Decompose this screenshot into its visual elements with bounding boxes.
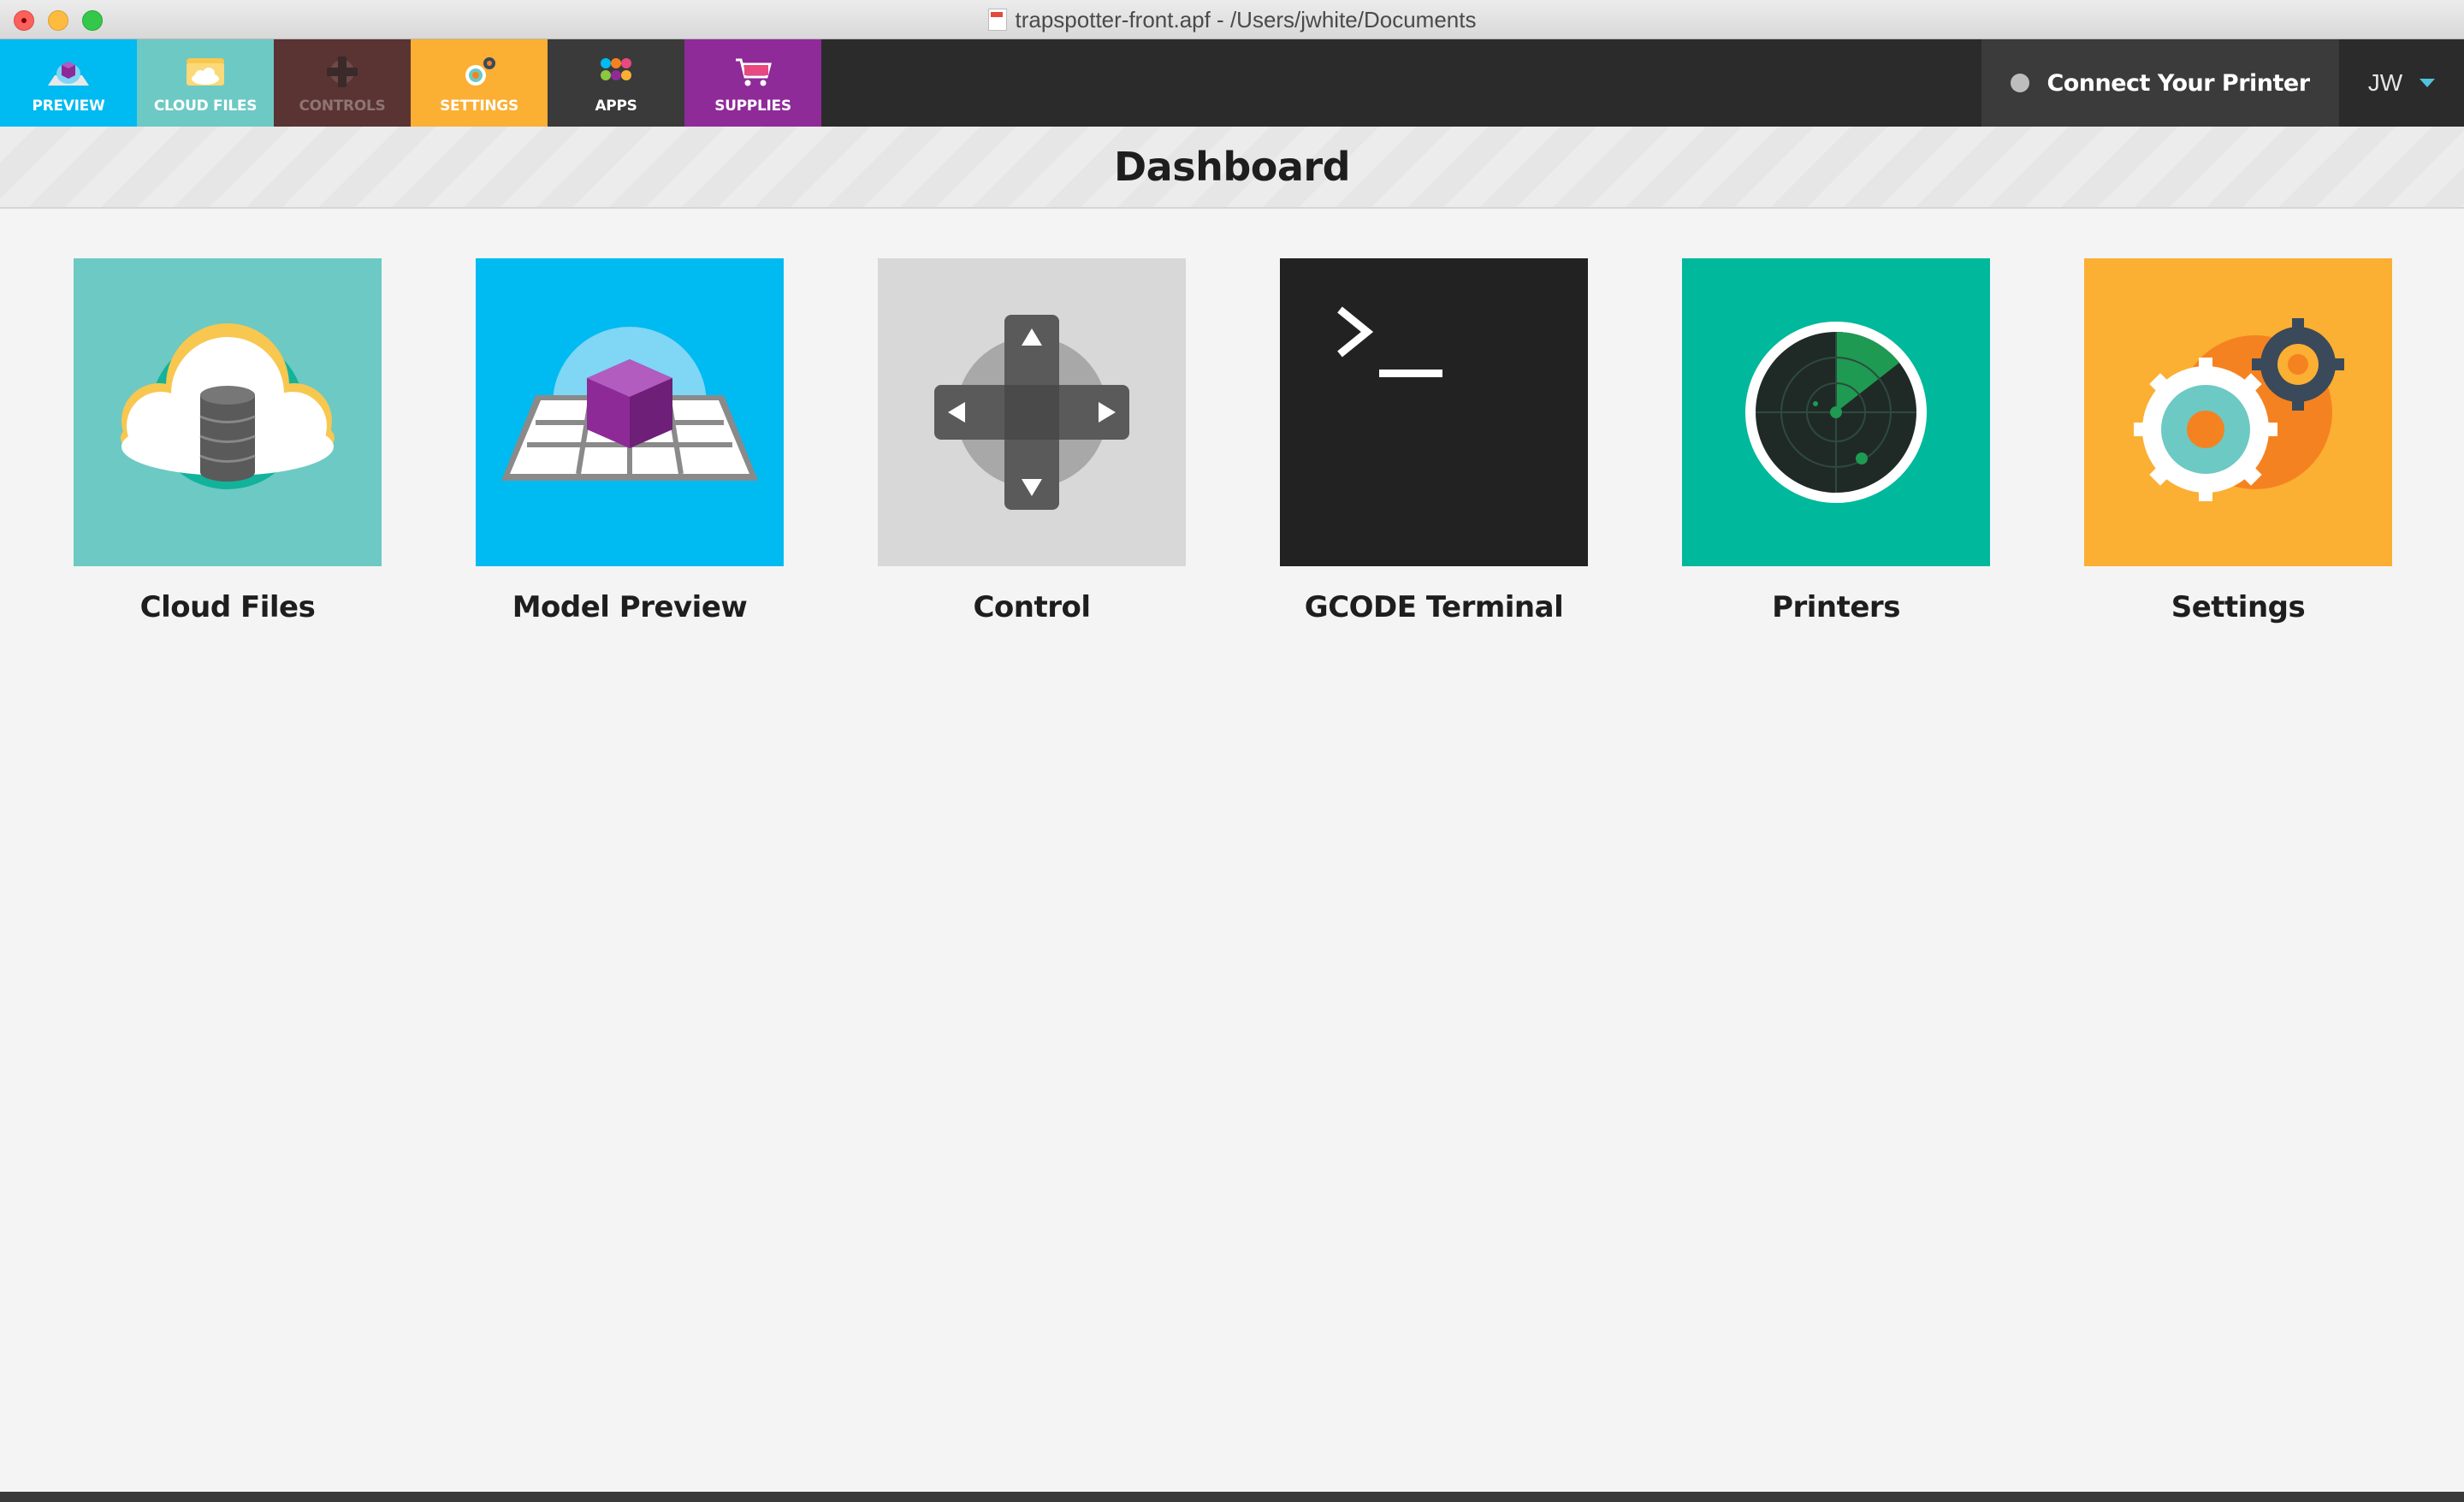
tile-model-preview-image[interactable] <box>476 258 784 566</box>
user-menu[interactable]: JW <box>2339 39 2464 127</box>
tile-cloud-files[interactable]: Cloud Files <box>74 258 382 633</box>
tab-controls-label: CONTROLS <box>299 98 386 115</box>
top-nav: PREVIEW CLOUD FILES CONTROLS SETTINGS AP… <box>0 39 2464 127</box>
window-bottom-edge <box>0 1492 2464 1502</box>
page-title: Dashboard <box>1113 144 1351 190</box>
tile-model-preview-label: Model Preview <box>512 590 748 624</box>
dpad-icon <box>934 315 1129 510</box>
controls-icon <box>327 56 358 87</box>
tile-gcode-terminal-image[interactable] <box>1280 258 1588 566</box>
document-icon <box>987 9 1007 31</box>
apps-icon <box>601 58 631 80</box>
tile-printers-image[interactable] <box>1682 258 1990 566</box>
tile-gcode-terminal[interactable]: GCODE Terminal <box>1280 258 1588 633</box>
tab-controls[interactable]: CONTROLS <box>274 39 411 127</box>
connect-printer-button[interactable]: Connect Your Printer <box>1981 39 2339 127</box>
window-titlebar: trapspotter-front.apf - /Users/jwhite/Do… <box>0 0 2464 39</box>
tile-printers-label: Printers <box>1772 590 1900 624</box>
tile-model-preview[interactable]: Model Preview <box>476 258 784 633</box>
tile-control-image[interactable] <box>878 258 1186 566</box>
terminal-icon <box>1337 306 1442 377</box>
tile-settings-image[interactable] <box>2084 258 2392 566</box>
tab-settings-label: SETTINGS <box>440 98 518 115</box>
tab-settings[interactable]: SETTINGS <box>411 39 548 127</box>
supplies-icon <box>736 58 772 86</box>
tab-preview[interactable]: PREVIEW <box>0 39 137 127</box>
cloud-database-icon <box>121 323 335 489</box>
tile-cloud-files-label: Cloud Files <box>139 590 316 624</box>
tile-cloud-files-image[interactable] <box>74 258 382 566</box>
tile-printers[interactable]: Printers <box>1682 258 1990 633</box>
gears-icon <box>2134 318 2344 501</box>
window-title: trapspotter-front.apf - /Users/jwhite/Do… <box>1015 6 1477 33</box>
tab-cloud-files[interactable]: CLOUD FILES <box>137 39 274 127</box>
tab-apps-label: APPS <box>595 98 637 115</box>
cloud-files-icon <box>187 58 224 86</box>
preview-icon <box>48 62 89 86</box>
tab-supplies-label: SUPPLIES <box>714 98 791 115</box>
user-initials: JW <box>2367 69 2403 96</box>
cube-grid-icon <box>501 327 758 481</box>
connect-printer-label: Connect Your Printer <box>2046 69 2310 97</box>
tile-settings[interactable]: Settings <box>2084 258 2392 633</box>
tab-apps[interactable]: APPS <box>548 39 684 127</box>
page-header: Dashboard <box>0 127 2464 209</box>
tab-supplies[interactable]: SUPPLIES <box>684 39 821 127</box>
settings-icon <box>465 57 495 86</box>
tile-control[interactable]: Control <box>878 258 1186 633</box>
connection-status-dot <box>2011 74 2030 92</box>
tile-settings-label: Settings <box>2171 590 2306 624</box>
chevron-down-icon <box>2420 79 2436 87</box>
tile-control-label: Control <box>973 590 1091 624</box>
tab-preview-label: PREVIEW <box>32 98 105 115</box>
tab-cloud-files-label: CLOUD FILES <box>153 98 258 115</box>
radar-icon <box>1745 322 1927 503</box>
tile-gcode-terminal-label: GCODE Terminal <box>1304 590 1564 624</box>
